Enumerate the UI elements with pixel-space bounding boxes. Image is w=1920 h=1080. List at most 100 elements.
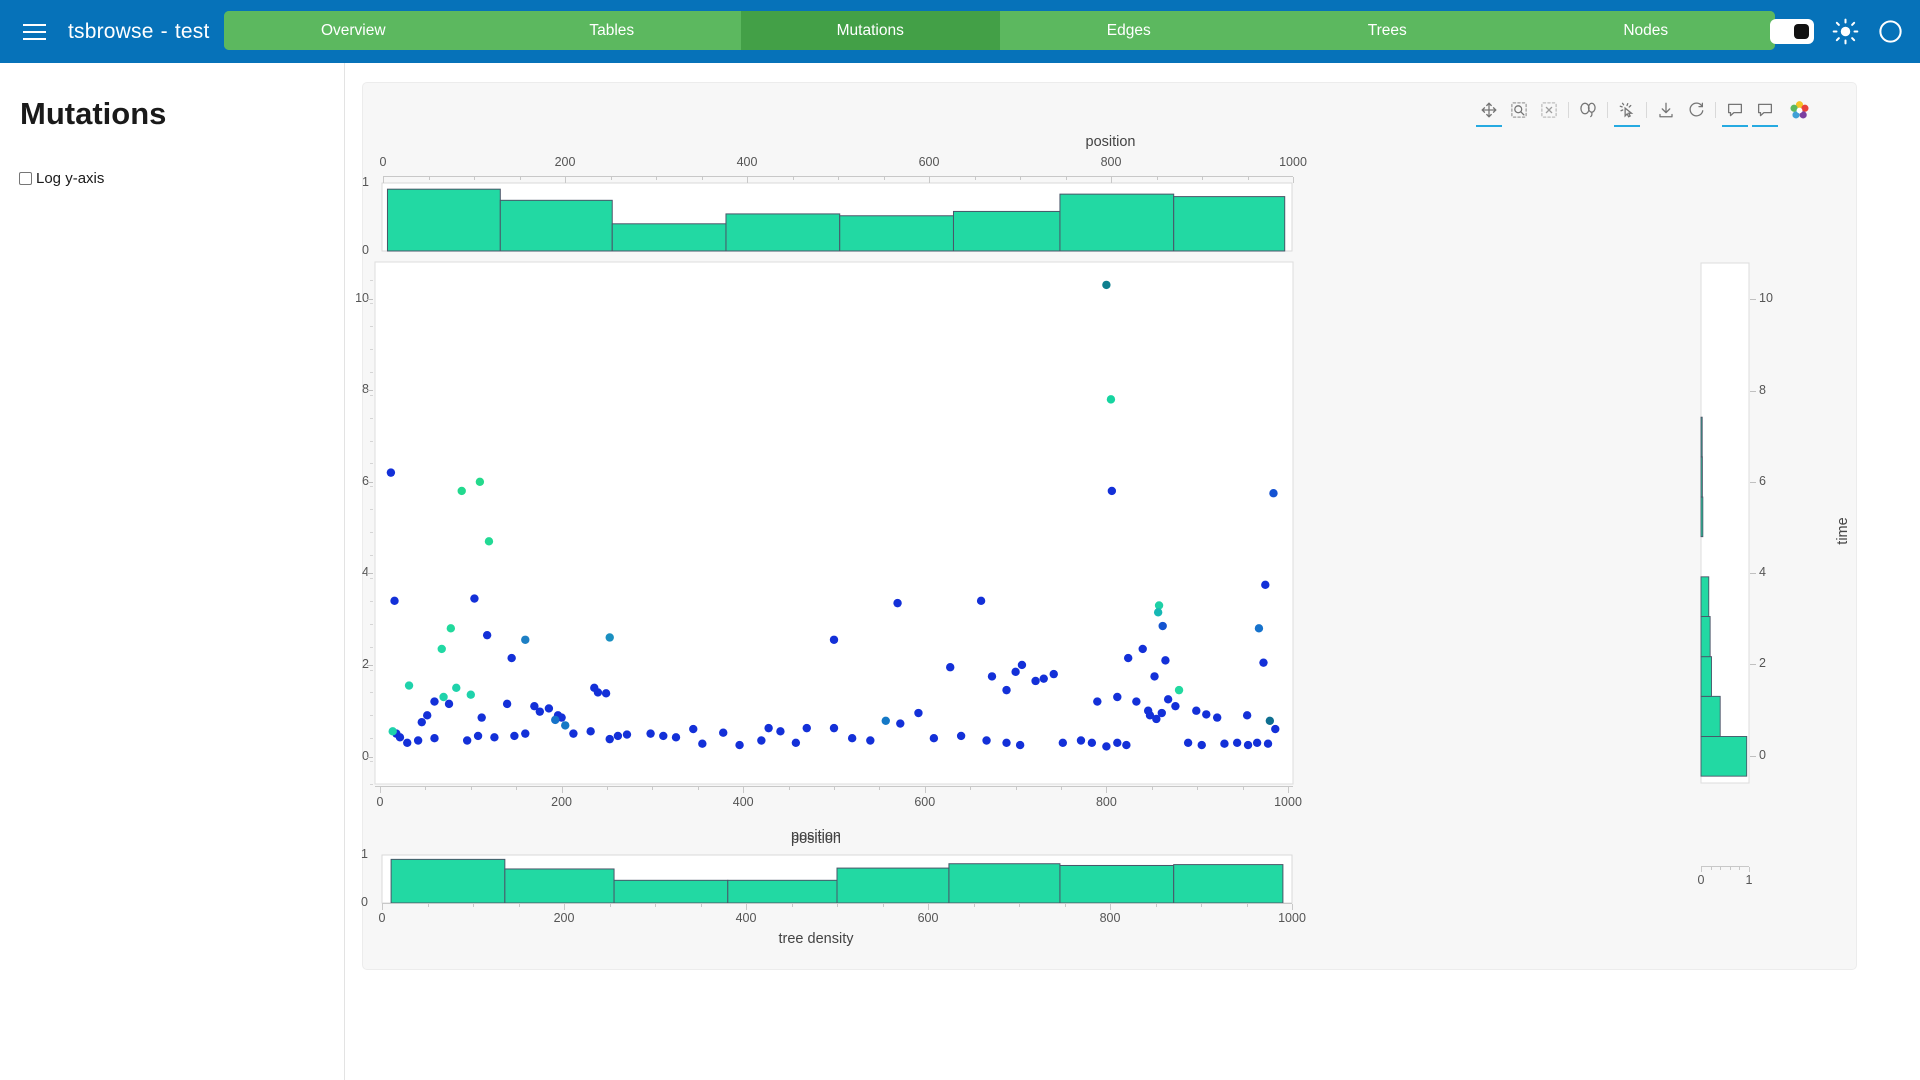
scatter-point[interactable] <box>485 537 493 545</box>
scatter-point[interactable] <box>1152 715 1160 723</box>
scatter-point[interactable] <box>1093 697 1101 705</box>
scatter-point[interactable] <box>447 624 455 632</box>
scatter-point[interactable] <box>463 736 471 744</box>
scatter-point[interactable] <box>946 663 954 671</box>
scatter-point[interactable] <box>510 732 518 740</box>
scatter-point[interactable] <box>830 724 838 732</box>
scatter-point[interactable] <box>698 740 706 748</box>
dark-mode-toggle[interactable] <box>1770 19 1814 44</box>
scatter-point[interactable] <box>1171 702 1179 710</box>
scatter-point[interactable] <box>403 739 411 747</box>
scatter-point[interactable] <box>1255 624 1263 632</box>
top-histogram[interactable] <box>372 181 1302 253</box>
scatter-point[interactable] <box>893 599 901 607</box>
reset-tool[interactable] <box>1681 95 1711 125</box>
scatter-point[interactable] <box>1184 739 1192 747</box>
scatter-point[interactable] <box>1050 670 1058 678</box>
scatter-point[interactable] <box>390 597 398 605</box>
scatter-point[interactable] <box>1269 489 1277 497</box>
scatter-point[interactable] <box>1213 713 1221 721</box>
scatter-point[interactable] <box>536 707 544 715</box>
scatter-point[interactable] <box>1233 739 1241 747</box>
box-zoom-tool[interactable] <box>1504 95 1534 125</box>
scatter-point[interactable] <box>1107 395 1115 403</box>
tab-nodes[interactable]: Nodes <box>1517 11 1776 50</box>
scatter-point[interactable] <box>1259 658 1267 666</box>
scatter-point[interactable] <box>1261 581 1269 589</box>
tap-tool[interactable] <box>1612 95 1642 125</box>
scatter-point[interactable] <box>1264 740 1272 748</box>
log-y-axis-checkbox[interactable] <box>19 172 32 185</box>
scatter-point[interactable] <box>430 734 438 742</box>
scatter-point[interactable] <box>830 636 838 644</box>
loading-spinner-icon[interactable] <box>1877 18 1904 45</box>
bottom-histogram[interactable] <box>372 853 1302 905</box>
scatter-point[interactable] <box>1002 686 1010 694</box>
scatter-point[interactable] <box>1016 741 1024 749</box>
scatter-point[interactable] <box>623 730 631 738</box>
scatter-point[interactable] <box>423 711 431 719</box>
scatter-point[interactable] <box>1161 656 1169 664</box>
scatter-point[interactable] <box>882 717 890 725</box>
scatter-point[interactable] <box>1059 739 1067 747</box>
scatter-point[interactable] <box>1220 740 1228 748</box>
scatter-point[interactable] <box>914 709 922 717</box>
scatter-point[interactable] <box>735 741 743 749</box>
scatter-point[interactable] <box>561 721 569 729</box>
scatter-point[interactable] <box>1132 697 1140 705</box>
scatter-point[interactable] <box>414 736 422 744</box>
scatter-point[interactable] <box>659 732 667 740</box>
scatter-point[interactable] <box>1202 710 1210 718</box>
scatter-point[interactable] <box>1018 661 1026 669</box>
scatter-point[interactable] <box>988 672 996 680</box>
scatter-point[interactable] <box>507 654 515 662</box>
scatter-point[interactable] <box>957 732 965 740</box>
scatter-plot[interactable] <box>373 260 1301 786</box>
tab-tables[interactable]: Tables <box>483 11 742 50</box>
box-select-tool[interactable] <box>1534 95 1564 125</box>
scatter-point[interactable] <box>1011 668 1019 676</box>
scatter-point[interactable] <box>483 631 491 639</box>
lasso-select-tool[interactable] <box>1573 95 1603 125</box>
scatter-point[interactable] <box>646 729 654 737</box>
scatter-point[interactable] <box>757 736 765 744</box>
scatter-point[interactable] <box>1040 674 1048 682</box>
scatter-point[interactable] <box>439 693 447 701</box>
scatter-point[interactable] <box>719 729 727 737</box>
scatter-point[interactable] <box>387 468 395 476</box>
scatter-point[interactable] <box>470 594 478 602</box>
hover-tool-2[interactable] <box>1750 95 1780 125</box>
scatter-point[interactable] <box>474 732 482 740</box>
save-tool[interactable] <box>1651 95 1681 125</box>
scatter-point[interactable] <box>689 725 697 733</box>
scatter-point[interactable] <box>586 727 594 735</box>
scatter-point[interactable] <box>477 713 485 721</box>
scatter-point[interactable] <box>418 718 426 726</box>
scatter-point[interactable] <box>1122 741 1130 749</box>
scatter-point[interactable] <box>982 736 990 744</box>
scatter-point[interactable] <box>1102 281 1110 289</box>
scatter-point[interactable] <box>438 645 446 653</box>
scatter-point[interactable] <box>1243 711 1251 719</box>
scatter-point[interactable] <box>1150 672 1158 680</box>
scatter-point[interactable] <box>1271 725 1279 733</box>
log-y-axis-checkbox-row[interactable]: Log y-axis <box>19 170 344 187</box>
scatter-point[interactable] <box>405 681 413 689</box>
scatter-point[interactable] <box>521 729 529 737</box>
scatter-point[interactable] <box>458 487 466 495</box>
scatter-point[interactable] <box>476 478 484 486</box>
scatter-point[interactable] <box>590 684 598 692</box>
scatter-point[interactable] <box>866 736 874 744</box>
scatter-point[interactable] <box>430 697 438 705</box>
scatter-point[interactable] <box>569 729 577 737</box>
scatter-point[interactable] <box>503 700 511 708</box>
scatter-point[interactable] <box>551 716 559 724</box>
scatter-point[interactable] <box>396 733 404 741</box>
hamburger-menu-icon[interactable] <box>12 10 56 54</box>
scatter-point[interactable] <box>776 727 784 735</box>
scatter-point[interactable] <box>1102 742 1110 750</box>
scatter-point[interactable] <box>1088 739 1096 747</box>
scatter-point[interactable] <box>1124 654 1132 662</box>
scatter-point[interactable] <box>1198 741 1206 749</box>
scatter-point[interactable] <box>1154 608 1162 616</box>
